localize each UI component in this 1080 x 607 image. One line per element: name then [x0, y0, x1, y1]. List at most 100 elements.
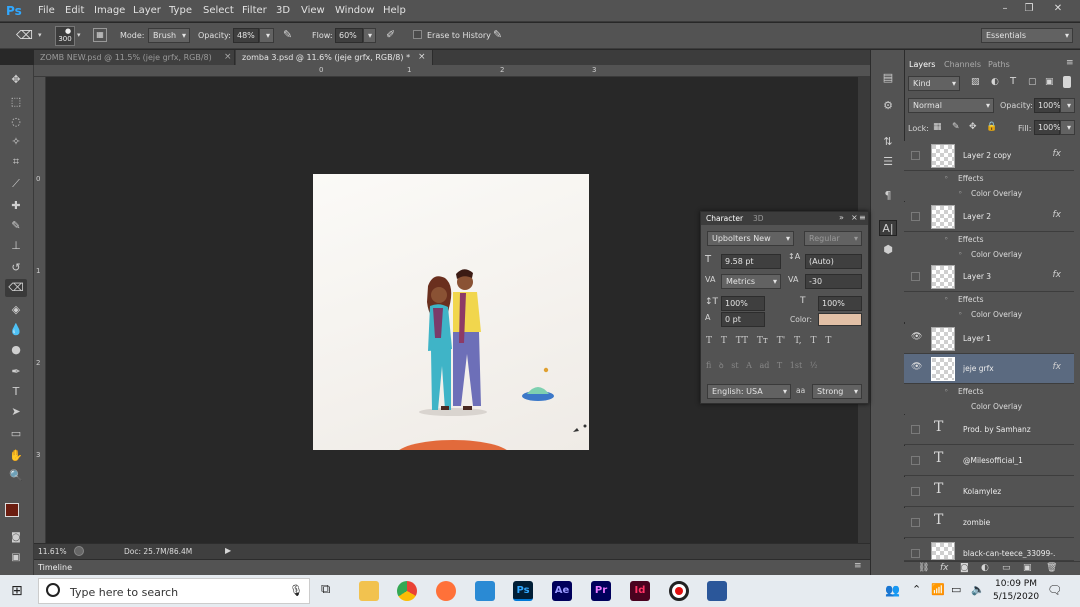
search-box[interactable]: Type here to search 🎙 [38, 578, 310, 604]
ordinal-sup-style[interactable]: 1st [790, 361, 802, 370]
layer-row[interactable]: black-can-teece_33099-... [904, 539, 1074, 561]
fill-input[interactable]: 100% [1034, 120, 1061, 135]
tab-close-icon[interactable]: × [418, 52, 426, 62]
properties-panel-icon[interactable]: ☰ [879, 154, 897, 170]
record-icon[interactable] [669, 581, 689, 601]
fx-icon[interactable]: fx [1053, 149, 1062, 159]
lock-pixels-icon[interactable]: ✎ [952, 122, 960, 132]
document-canvas[interactable] [313, 174, 589, 472]
indesign-icon[interactable]: Id [630, 581, 650, 601]
layer-opacity-dropdown[interactable] [1060, 98, 1075, 113]
layer-row[interactable]: Tzombie [904, 508, 1074, 538]
filter-smart-object-icon[interactable]: ▣ [1045, 77, 1054, 87]
pressure-opacity-icon[interactable]: ✎ [283, 28, 292, 41]
new-layer-icon[interactable]: ▣ [1023, 563, 1032, 573]
file-explorer-icon[interactable] [359, 581, 379, 601]
antialias-select[interactable]: Strong [812, 384, 862, 399]
chrome-icon[interactable] [397, 581, 417, 601]
allcaps-style[interactable]: TT [736, 336, 748, 346]
faux-styles-row[interactable]: T T TT Tт T' T, T T [706, 336, 862, 350]
menu-type[interactable]: Type [169, 5, 192, 16]
kerning-select[interactable]: Metrics [721, 274, 781, 289]
windows-start-icon[interactable]: ⊞ [11, 583, 23, 599]
tab-close-icon[interactable]: × [224, 52, 232, 62]
eye-icon[interactable]: 👁 [911, 363, 922, 373]
erase-history-checkbox[interactable] [413, 30, 422, 39]
effects-row[interactable]: ◦ Effects [904, 384, 1074, 399]
effect-row[interactable]: ◦ Color Overlay [904, 247, 1074, 262]
layer-row[interactable]: Layer 2 fx [904, 202, 1074, 232]
layer-row[interactable]: 👁 jeje grfx fx [904, 354, 1074, 384]
swash-style[interactable]: A [746, 361, 752, 370]
history-panel-icon[interactable]: ▤ [879, 70, 897, 86]
fx-icon[interactable]: fx [1053, 270, 1062, 280]
visibility-toggle[interactable] [911, 272, 920, 281]
ordinals-style[interactable]: T [777, 361, 782, 370]
smallcaps-style[interactable]: Tт [757, 336, 768, 346]
subscript-style[interactable]: T, [794, 336, 802, 346]
delete-layer-icon[interactable]: 🗑 [1046, 563, 1057, 573]
task-view-icon[interactable]: ⧉ [321, 582, 330, 597]
add-style-icon[interactable]: fx [940, 563, 949, 573]
quick-mask-icon[interactable]: ◙ [5, 529, 27, 547]
panel-menu-icon[interactable]: ≡ [1066, 58, 1074, 68]
layer-row[interactable]: T Kolamylez [904, 477, 1074, 507]
word-icon[interactable] [707, 581, 727, 601]
leading-input[interactable]: (Auto) [805, 254, 862, 269]
flow-input[interactable]: 60% [335, 28, 363, 43]
effects-row[interactable]: ◦ Effects [904, 171, 1074, 186]
tab-3d[interactable]: 3D [753, 214, 764, 223]
3d-panel-icon[interactable]: ⬢ [879, 242, 897, 258]
layer-row[interactable]: T Prod. by Samhanz [904, 415, 1074, 445]
brush-tool-icon[interactable]: ✎ [5, 217, 27, 235]
minimize-button[interactable]: – [994, 2, 1016, 16]
horizontal-scale-input[interactable]: 100% [818, 296, 862, 311]
layer-row[interactable]: Layer 3 fx [904, 262, 1074, 292]
tab-zomba-3[interactable]: zomba 3.psd @ 11.6% (jeje grfx, RGB/8) * [236, 50, 433, 65]
effects-row[interactable]: ◦ Effects [904, 232, 1074, 247]
text-color-swatch[interactable] [818, 313, 862, 326]
fx-icon[interactable]: fx [1053, 210, 1062, 220]
hand-tool-icon[interactable]: ✋ [5, 447, 27, 465]
panel-menu-icon[interactable]: ≡ [854, 561, 862, 571]
close-window-button[interactable]: ✕ [1047, 2, 1069, 16]
font-family-select[interactable]: Upbolters New [707, 231, 794, 246]
move-tool-icon[interactable]: ✥ [5, 71, 27, 89]
menu-3d[interactable]: 3D [276, 5, 290, 16]
flow-dropdown[interactable] [363, 28, 376, 43]
effect-row[interactable]: ◦ Color Overlay [904, 186, 1074, 201]
blur-tool-icon[interactable]: 💧 [5, 321, 27, 339]
ligatures-style[interactable]: fi [706, 361, 711, 370]
filter-shape-icon[interactable]: ▢ [1028, 77, 1037, 87]
layer-row[interactable]: 👁 Layer 1 [904, 324, 1074, 354]
lock-position-icon[interactable]: ✥ [969, 122, 977, 132]
italic-style[interactable]: T [721, 336, 727, 346]
after-effects-icon[interactable]: Ae [552, 581, 572, 601]
tab-zomb-new[interactable]: ZOMB NEW.psd @ 11.5% (jeje grfx, RGB/8) [34, 50, 235, 65]
panel-menu-icon[interactable]: ≡ [859, 213, 866, 222]
menu-image[interactable]: Image [94, 5, 125, 16]
effect-row[interactable]: Color Overlay [904, 399, 1074, 414]
firefox-icon[interactable] [436, 581, 456, 601]
clock-time[interactable]: 10:09 PM [995, 579, 1037, 589]
eye-icon[interactable]: ◦ [944, 234, 948, 243]
layer-row[interactable]: Layer 2 copy fx [904, 141, 1074, 171]
font-style-select[interactable]: Regular [804, 231, 862, 246]
menu-window[interactable]: Window [335, 5, 374, 16]
menu-edit[interactable]: Edit [65, 5, 84, 16]
titling-style[interactable]: ad [759, 361, 769, 370]
eye-icon[interactable]: ◦ [944, 173, 948, 182]
status-info-icon[interactable] [74, 546, 84, 556]
tab-channels[interactable]: Channels [944, 60, 981, 69]
type-tool-icon[interactable]: T [5, 383, 27, 401]
timeline-label[interactable]: Timeline [38, 563, 72, 572]
eraser-tool-icon[interactable]: ⌫ [16, 28, 33, 42]
healing-brush-tool-icon[interactable]: ✚ [5, 197, 27, 215]
brush-panel-icon[interactable]: ▦ [93, 28, 107, 42]
lasso-tool-icon[interactable]: ◌ [5, 113, 27, 131]
photoshop-taskbar-icon[interactable]: Ps [513, 581, 533, 601]
menu-view[interactable]: View [301, 5, 325, 16]
tray-chevron-icon[interactable]: ⌃ [912, 583, 921, 596]
filter-toggle-icon[interactable] [1063, 76, 1071, 88]
pen-tool-icon[interactable]: ✒ [5, 363, 27, 381]
